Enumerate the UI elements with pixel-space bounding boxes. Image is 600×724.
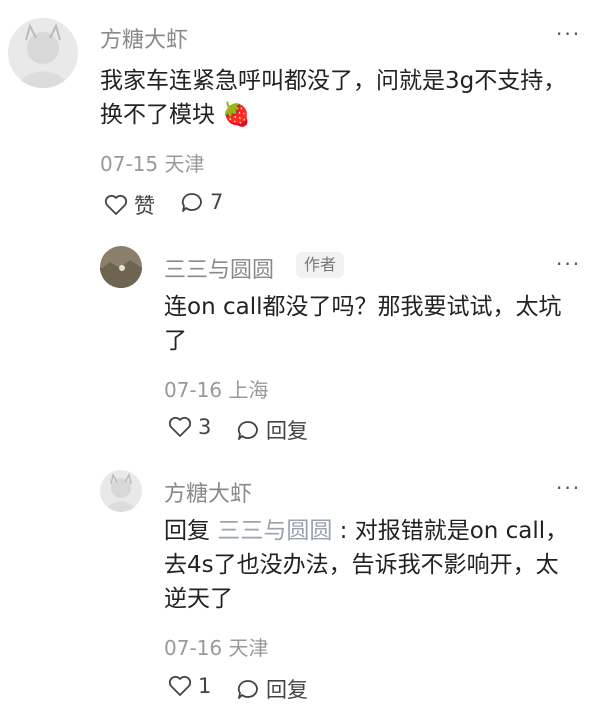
like-button[interactable]: 3 bbox=[168, 415, 211, 439]
like-button[interactable]: 1 bbox=[168, 674, 211, 698]
reply-button[interactable]: 回复 bbox=[236, 415, 308, 445]
heart-outline-icon bbox=[168, 675, 192, 696]
author-name[interactable]: 方糖大虾 bbox=[100, 22, 188, 54]
reply-count-button[interactable]: 7 bbox=[180, 190, 223, 214]
reply-text: 连on call都没了吗？那我要试试，太坑了 bbox=[164, 294, 562, 354]
reply-separator: : bbox=[339, 518, 348, 544]
more-options-icon[interactable]: ··· bbox=[556, 252, 581, 276]
reply-meta: 07-16 天津 bbox=[164, 632, 268, 661]
like-button[interactable]: 赞 bbox=[104, 190, 155, 220]
comment-text: 我家车连紧急呼叫都没了，问就是3g不支持，换不了模块 🍓 bbox=[100, 64, 570, 132]
reply-location: 天津 bbox=[228, 636, 269, 660]
speech-bubble-outline-icon bbox=[181, 193, 202, 212]
speech-bubble-outline-icon bbox=[237, 421, 258, 440]
reply-count: 7 bbox=[210, 190, 224, 214]
reply-label: 回复 bbox=[266, 419, 308, 443]
mention-link[interactable]: 三三与圆圆 bbox=[217, 518, 332, 544]
reply-date: 07-16 bbox=[164, 378, 223, 402]
comment-meta: 07-15 天津 bbox=[100, 148, 204, 177]
reply-meta: 07-16 上海 bbox=[164, 374, 268, 403]
more-options-icon[interactable]: ··· bbox=[556, 476, 581, 500]
strawberry-emoji-icon: 🍓 bbox=[222, 102, 251, 128]
like-count: 1 bbox=[198, 674, 212, 698]
reply-label: 回复 bbox=[266, 678, 308, 702]
reply-date: 07-16 bbox=[164, 636, 223, 660]
author-badge: 作者 bbox=[296, 252, 345, 278]
avatar[interactable] bbox=[100, 470, 142, 512]
comment-location: 天津 bbox=[164, 152, 205, 176]
reply-button[interactable]: 回复 bbox=[236, 674, 308, 704]
speech-bubble-outline-icon bbox=[237, 680, 258, 699]
reply-text: 回复 三三与圆圆 : 对报错就是on call，去4s了也没办法，告诉我不影响开… bbox=[164, 514, 574, 616]
more-options-icon[interactable]: ··· bbox=[556, 22, 581, 46]
like-count: 3 bbox=[198, 415, 212, 439]
comment-text-content: 我家车连紧急呼叫都没了，问就是3g不支持，换不了模块 bbox=[100, 68, 567, 128]
reply-prefix: 回复 bbox=[164, 518, 210, 544]
avatar[interactable] bbox=[100, 246, 142, 288]
author-name[interactable]: 三三与圆圆 bbox=[164, 252, 274, 284]
heart-outline-icon bbox=[104, 194, 128, 215]
reply-location: 上海 bbox=[228, 378, 269, 402]
like-label: 赞 bbox=[134, 194, 155, 218]
heart-outline-icon bbox=[168, 416, 192, 437]
comment-date: 07-15 bbox=[100, 152, 159, 176]
author-name[interactable]: 方糖大虾 bbox=[164, 476, 252, 508]
avatar[interactable] bbox=[8, 18, 78, 88]
